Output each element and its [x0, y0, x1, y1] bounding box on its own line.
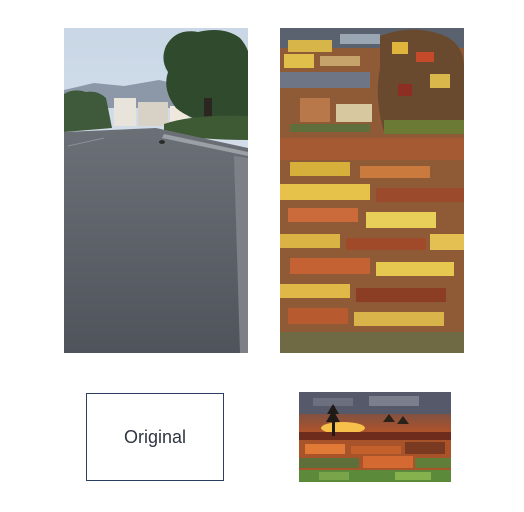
style-reference-thumbnail	[299, 392, 451, 482]
painted-street-icon	[280, 28, 464, 353]
street-photo-icon	[64, 28, 248, 353]
stylized-photo	[280, 28, 464, 353]
original-photo	[64, 28, 248, 353]
original-label: Original	[123, 426, 187, 447]
sunset-landscape-painting-icon	[299, 392, 451, 482]
original-label-box: Original	[86, 393, 224, 481]
